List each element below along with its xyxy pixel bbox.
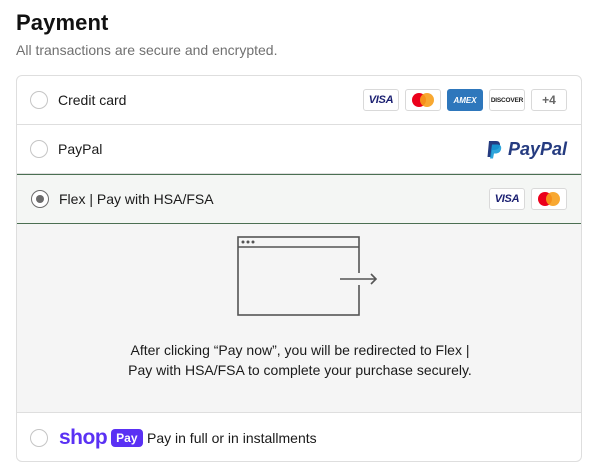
mastercard-icon — [531, 188, 567, 210]
radio-icon[interactable] — [30, 428, 48, 447]
payment-option-flex[interactable]: Flex | Pay with HSA/FSA VISA — [17, 174, 581, 224]
amex-icon: AMEX — [447, 89, 483, 111]
payment-option-shop-pay[interactable]: shop Pay Pay in full or in installments — [17, 412, 581, 461]
paypal-wordmark: PayPal — [507, 138, 567, 159]
shop-pay-logo: shop Pay — [59, 426, 143, 450]
payment-option-credit-card[interactable]: Credit card VISA AMEX DISCOVER +4 — [17, 76, 581, 125]
page-subtitle: All transactions are secure and encrypte… — [16, 42, 278, 58]
shop-pay-label: Pay in full or in installments — [147, 429, 317, 446]
visa-icon: VISA — [489, 188, 525, 210]
credit-card-label: Credit card — [58, 92, 127, 108]
radio-icon[interactable] — [30, 140, 48, 158]
page-title: Payment — [16, 10, 109, 35]
paypal-mark-icon — [487, 141, 502, 159]
mastercard-icon — [405, 89, 441, 111]
visa-icon: VISA — [363, 89, 399, 111]
payment-methods-panel: Credit card VISA AMEX DISCOVER +4 PayPal… — [16, 75, 582, 462]
flex-redirect-panel: After clicking “Pay now”, you will be re… — [17, 224, 581, 412]
more-cards-badge: +4 — [531, 89, 567, 111]
flex-card-brands: VISA — [489, 188, 567, 210]
redirect-info-text: After clicking “Pay now”, you will be re… — [128, 342, 472, 378]
payment-option-paypal[interactable]: PayPal PayPal — [17, 125, 581, 174]
paypal-label: PayPal — [58, 141, 103, 157]
flex-label: Flex | Pay with HSA/FSA — [59, 191, 214, 207]
discover-icon: DISCOVER — [489, 89, 525, 111]
paypal-logo: PayPal — [484, 139, 567, 160]
shop-wordmark: shop — [59, 425, 108, 449]
shop-pay-badge: Pay — [111, 428, 143, 447]
browser-redirect-icon — [237, 236, 379, 316]
radio-icon[interactable] — [30, 91, 48, 109]
card-brands: VISA AMEX DISCOVER +4 — [363, 89, 567, 111]
radio-selected-icon[interactable] — [31, 190, 49, 208]
